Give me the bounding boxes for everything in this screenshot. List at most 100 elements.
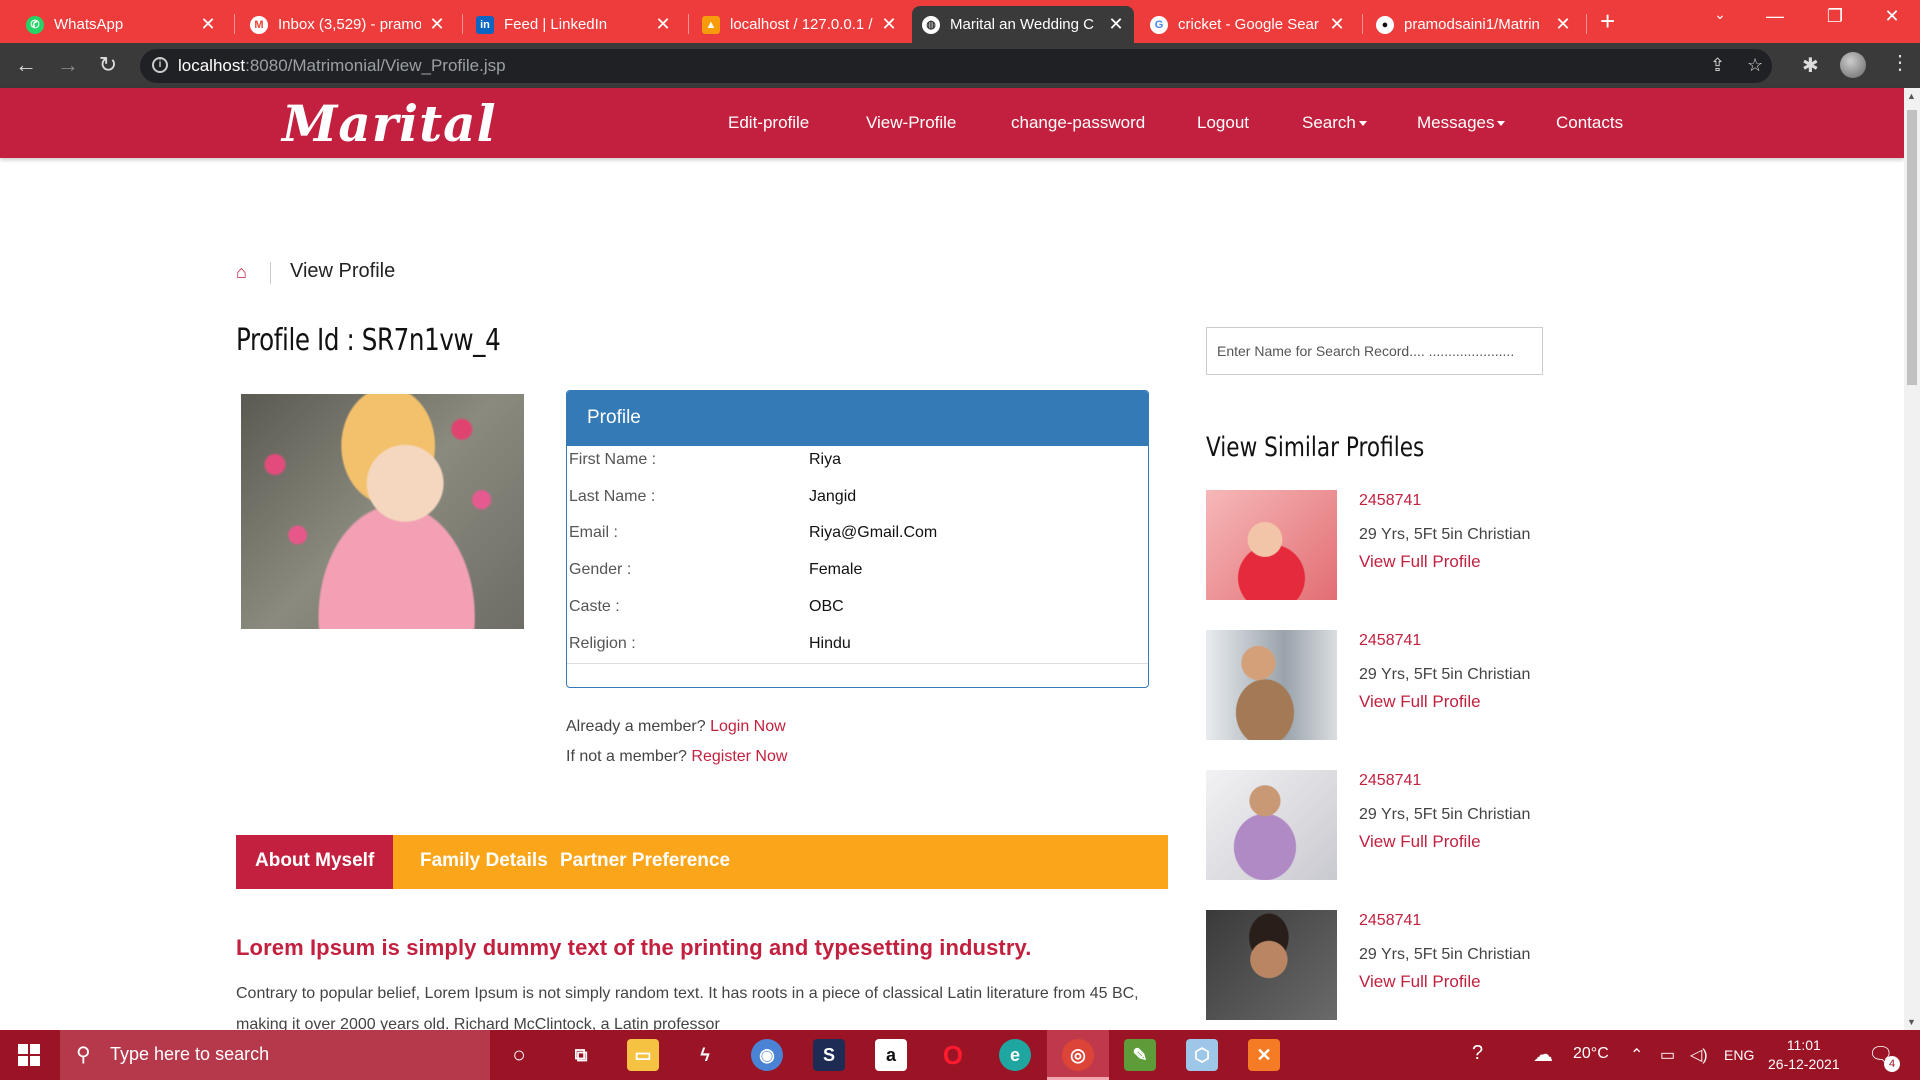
weather-cloud-icon[interactable]: ☁ (1533, 1042, 1553, 1067)
chrome-icon[interactable]: ◎ (1062, 1039, 1094, 1071)
nav-logout[interactable]: Logout (1197, 113, 1249, 133)
address-bar[interactable]: i localhost:8080/Matrimonial/View_Profil… (140, 49, 1772, 83)
language-indicator[interactable]: ENG (1724, 1047, 1754, 1063)
close-tab-icon[interactable]: ✕ (1555, 14, 1571, 35)
taskbar-search-placeholder: Type here to search (110, 1044, 270, 1064)
browser-tab-phpmyadmin[interactable]: ▲ localhost / 127.0.0.1 / ✕ (692, 6, 907, 43)
profile-card: Profile First Name : Riya Last Name : Ja… (566, 390, 1149, 688)
gmail-icon: M (250, 15, 268, 34)
browser-tab-linkedin[interactable]: in Feed | LinkedIn ✕ (466, 6, 681, 43)
task-view-icon[interactable]: ⧉ (565, 1039, 597, 1071)
close-tab-icon[interactable]: ✕ (1108, 14, 1124, 35)
close-tab-icon[interactable]: ✕ (655, 14, 671, 35)
nav-contacts[interactable]: Contacts (1556, 113, 1623, 133)
app-lightning-icon[interactable]: ϟ (689, 1039, 721, 1071)
similar-profile-photo[interactable] (1206, 770, 1337, 880)
search-icon: ⚲ (76, 1044, 91, 1066)
network-icon[interactable]: ▭ (1660, 1045, 1675, 1065)
google-icon: G (1150, 15, 1168, 34)
new-tab-icon[interactable]: + (1600, 8, 1615, 34)
profile-avatar[interactable] (1840, 52, 1866, 78)
windows-start-icon[interactable] (18, 1044, 40, 1066)
nav-messages-label: Messages (1417, 113, 1495, 132)
close-tab-icon[interactable]: ✕ (1329, 14, 1345, 35)
edge-icon[interactable]: e (999, 1039, 1031, 1071)
field-label: Last Name : (569, 488, 656, 505)
field-value: Riya (809, 451, 842, 468)
site-info-icon[interactable]: i (152, 57, 168, 73)
similar-profile-id[interactable]: 2458741 (1359, 492, 1421, 510)
view-full-profile-link[interactable]: View Full Profile (1359, 832, 1481, 852)
nav-change-password[interactable]: change-password (1011, 113, 1145, 133)
sublime-icon[interactable]: S (813, 1039, 845, 1071)
reload-icon[interactable]: ↻ (94, 53, 122, 77)
xampp-icon[interactable]: ✕ (1248, 1039, 1280, 1071)
extensions-icon[interactable]: ✱ (1802, 53, 1819, 78)
browser-tab-gmail[interactable]: M Inbox (3,529) - pramo ✕ (240, 6, 455, 43)
nav-search-dropdown[interactable]: Search (1302, 113, 1367, 133)
share-icon[interactable]: ⇪ (1710, 55, 1725, 76)
page-scrollbar[interactable]: ▲ ▼ (1904, 88, 1920, 1030)
login-now-link[interactable]: Login Now (710, 718, 786, 735)
divider (567, 663, 1148, 664)
forward-icon[interactable]: → (54, 53, 82, 77)
nav-messages-dropdown[interactable]: Messages (1417, 113, 1506, 133)
close-tab-icon[interactable]: ✕ (200, 14, 216, 35)
profile-card-title: Profile (567, 391, 1148, 446)
close-window-icon[interactable]: ✕ (1862, 6, 1920, 27)
scrollbar-thumb[interactable] (1907, 110, 1917, 385)
tab-partner-preference[interactable]: Partner Preference (541, 835, 749, 889)
view-full-profile-link[interactable]: View Full Profile (1359, 552, 1481, 572)
similar-profile-id[interactable]: 2458741 (1359, 772, 1421, 790)
login-prompt-text: Already a member? (566, 718, 706, 735)
similar-profile-photo[interactable] (1206, 490, 1337, 600)
scroll-up-icon[interactable]: ▲ (1907, 91, 1916, 101)
cortana-icon[interactable]: ○ (503, 1039, 535, 1071)
similar-profile-id[interactable]: 2458741 (1359, 912, 1421, 930)
nav-edit-profile[interactable]: Edit-profile (728, 113, 809, 133)
browser-tab-google[interactable]: G cricket - Google Sear ✕ (1140, 6, 1355, 43)
notepad-plus-icon[interactable]: ✎ (1124, 1039, 1156, 1071)
restore-icon[interactable]: ❐ (1805, 6, 1865, 27)
browser-tab-marital[interactable]: ◍ Marital an Wedding C ✕ (912, 6, 1134, 43)
file-explorer-icon[interactable]: ▭ (627, 1039, 659, 1071)
help-icon[interactable]: ? (1472, 1042, 1483, 1065)
tab-about-myself[interactable]: About Myself (236, 835, 394, 889)
view-full-profile-link[interactable]: View Full Profile (1359, 692, 1481, 712)
similar-profile-photo[interactable] (1206, 910, 1337, 1020)
tab-title: Inbox (3,529) - pramo (278, 16, 421, 33)
clock[interactable]: 11:01 26-12-2021 (1768, 1036, 1840, 1074)
register-now-link[interactable]: Register Now (691, 748, 787, 765)
chromium-icon[interactable]: ◉ (751, 1039, 783, 1071)
minimize-icon[interactable]: — (1745, 6, 1805, 27)
field-value: OBC (809, 598, 844, 615)
site-logo[interactable]: Marital (282, 94, 497, 153)
view-full-profile-link[interactable]: View Full Profile (1359, 972, 1481, 992)
home-icon[interactable]: ⌂ (236, 262, 247, 283)
virtualbox-icon[interactable]: ⬡ (1186, 1039, 1218, 1071)
nav-view-profile[interactable]: View-Profile (866, 113, 956, 133)
tab-search-icon[interactable]: ⌄ (1690, 6, 1750, 23)
browser-tab-whatsapp[interactable]: ✆ WhatsApp ✕ (16, 6, 226, 43)
opera-icon[interactable]: O (937, 1039, 969, 1071)
back-icon[interactable]: ← (12, 53, 40, 77)
amazon-icon[interactable]: a (875, 1039, 907, 1071)
close-tab-icon[interactable]: ✕ (429, 14, 445, 35)
volume-icon[interactable]: ◁) (1690, 1045, 1708, 1065)
bookmark-star-icon[interactable]: ☆ (1747, 55, 1763, 76)
browser-menu-icon[interactable]: ⋮ (1890, 50, 1910, 75)
show-hidden-icons[interactable]: ⌃ (1630, 1045, 1643, 1065)
similar-profile-photo[interactable] (1206, 630, 1337, 740)
browser-tab-github[interactable]: ● pramodsaini1/Matrin ✕ (1366, 6, 1581, 43)
search-record-field[interactable] (1206, 327, 1543, 375)
clock-time: 11:01 (1786, 1037, 1821, 1053)
similar-profile-details: 29 Yrs, 5Ft 5in Christian (1359, 666, 1531, 683)
taskbar-search[interactable]: ⚲ Type here to search (60, 1030, 490, 1080)
similar-profile-id[interactable]: 2458741 (1359, 632, 1421, 650)
close-tab-icon[interactable]: ✕ (881, 14, 897, 35)
weather-temperature[interactable]: 20°C (1573, 1045, 1609, 1063)
scroll-down-icon[interactable]: ▼ (1907, 1017, 1916, 1027)
windows-taskbar: ⚲ Type here to search ○ ⧉ ▭ ϟ ◉ S a O e … (0, 1030, 1920, 1080)
similar-profile-item: 2458741 29 Yrs, 5Ft 5in Christian View F… (1206, 770, 1546, 882)
search-record-input[interactable] (1207, 328, 1542, 374)
